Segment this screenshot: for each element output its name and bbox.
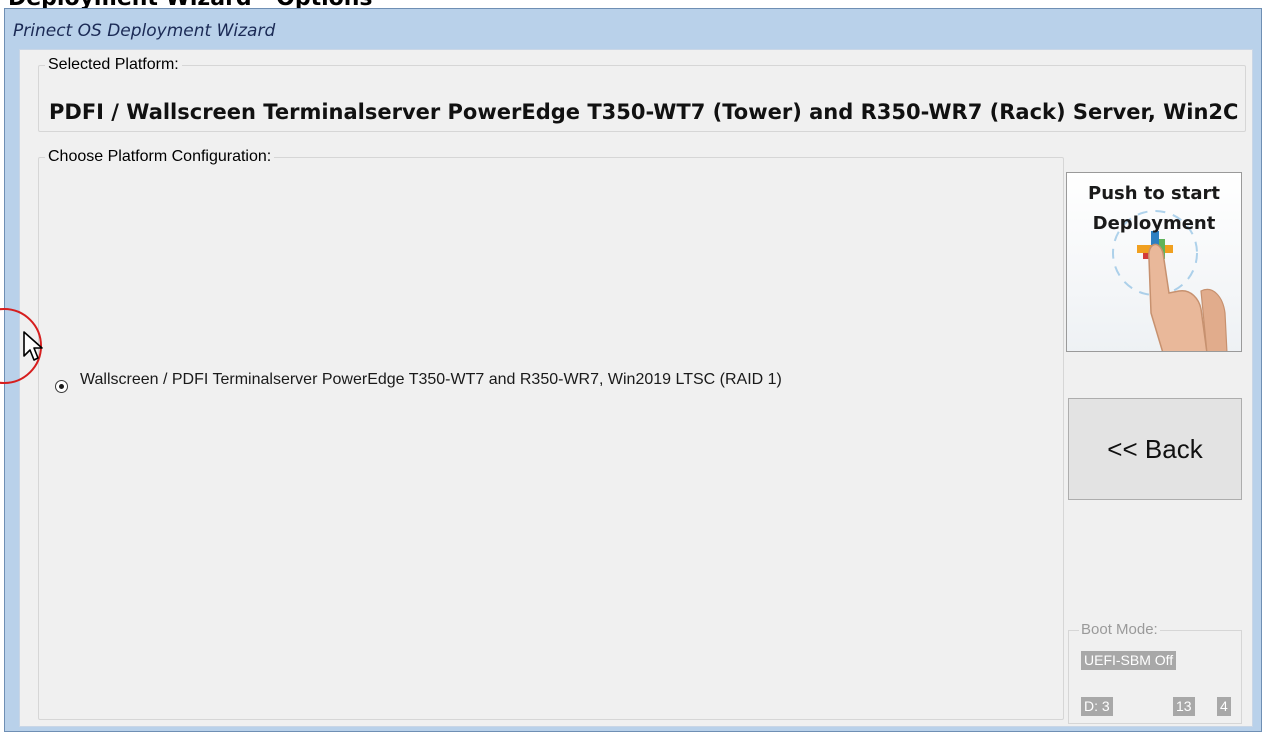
mouse-pointer-icon: [23, 331, 43, 361]
platform-configuration-group: Choose Platform Configuration: Wallscree…: [38, 148, 1064, 720]
selected-platform-value: PDFI / Wallscreen Terminalserver PowerEd…: [49, 100, 1239, 124]
status-number-badge-2: 4: [1217, 697, 1231, 716]
boot-mode-group: Boot Mode: UEFI-SBM Off D: 3 13 4: [1068, 621, 1242, 724]
platform-configuration-legend: Choose Platform Configuration:: [48, 148, 272, 165]
start-deployment-line1: Push to start: [1088, 183, 1220, 204]
selected-platform-legend: Selected Platform:: [48, 56, 179, 73]
start-deployment-line2: Deployment: [1092, 213, 1216, 234]
wizard-client-area: Selected Platform: PDFI / Wallscreen Ter…: [19, 49, 1253, 727]
selected-platform-group: Selected Platform: PDFI / Wallscreen Ter…: [38, 56, 1246, 132]
wizard-window: Prinect OS Deployment Wizard Selected Pl…: [4, 8, 1262, 732]
window-title: Prinect OS Deployment Wizard: [13, 21, 276, 41]
radio-selected-icon[interactable]: [55, 380, 68, 393]
back-button[interactable]: << Back: [1068, 398, 1242, 500]
configuration-option-label[interactable]: Wallscreen / PDFI Terminalserver PowerEd…: [80, 371, 782, 389]
disk-count-badge: D: 3: [1081, 697, 1113, 716]
start-deployment-label: Push to start Deployment: [1067, 179, 1241, 239]
boot-mode-badge: UEFI-SBM Off: [1081, 651, 1177, 670]
configuration-option[interactable]: Wallscreen / PDFI Terminalserver PowerEd…: [55, 366, 782, 393]
start-deployment-button[interactable]: Push to start Deployment: [1066, 172, 1242, 352]
status-number-badge: 13: [1173, 697, 1195, 716]
boot-mode-legend: Boot Mode:: [1079, 621, 1160, 638]
